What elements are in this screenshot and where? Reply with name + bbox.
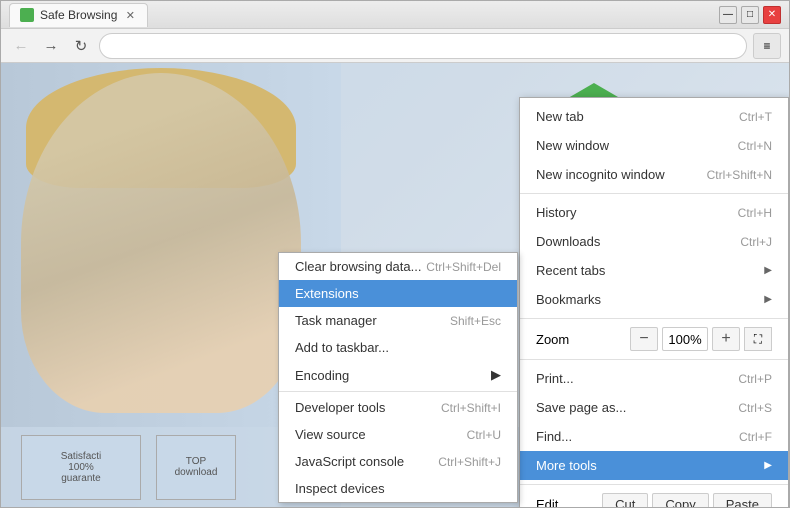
thumbnail-1-line2: 100% [68, 462, 94, 473]
browser-tab[interactable]: Safe Browsing ✕ [9, 3, 148, 27]
forward-button[interactable]: → [39, 34, 63, 58]
thumbnail-1-line3: guarante [61, 473, 100, 484]
chrome-menu-print-shortcut: Ctrl+P [738, 372, 772, 386]
thumbnail-2-line1: TOP [186, 456, 206, 467]
zoom-fullscreen-button[interactable]: ⛶ [744, 327, 772, 351]
chrome-menu-bookmarks-label: Bookmarks [536, 292, 601, 307]
chrome-menu-recent-tabs-arrow: ▶ [764, 265, 772, 276]
chrome-menu-print[interactable]: Print... Ctrl+P [520, 364, 788, 393]
window-controls: — □ ✕ [719, 6, 781, 24]
chrome-menu-downloads-label: Downloads [536, 234, 600, 249]
close-button[interactable]: ✕ [763, 6, 781, 24]
tab-close-button[interactable]: ✕ [123, 8, 137, 22]
bottom-bar: Satisfacti 100% guarante TOP download pr… [1, 427, 789, 507]
page-header: ⏱ Safe Br ✔ Enhance ✔ Makes su [559, 83, 749, 229]
chrome-menu-recent-tabs-label: Recent tabs [536, 263, 605, 278]
submenu-clear-browsing-shortcut: Ctrl+Shift+Del [426, 260, 501, 274]
chrome-menu-zoom-row: Zoom − 100% + ⛶ [520, 323, 788, 355]
feature-item-1: ✔ Enhance [559, 163, 749, 188]
zoom-out-button[interactable]: − [630, 327, 658, 351]
person-silhouette [21, 73, 301, 413]
chrome-menu-sep-2 [520, 318, 788, 319]
nav-bar: ← → ↻ ≡ [1, 29, 789, 63]
page-title: Safe Br [644, 101, 749, 135]
page-content: ⏱ Safe Br ✔ Enhance ✔ Makes su [1, 63, 789, 507]
chrome-menu-sep-3 [520, 359, 788, 360]
refresh-button[interactable]: ↻ [69, 34, 93, 58]
chrome-menu-recent-tabs[interactable]: Recent tabs ▶ [520, 256, 788, 285]
address-bar[interactable] [99, 33, 747, 59]
chrome-menu-downloads-shortcut: Ctrl+J [740, 235, 772, 249]
chrome-menu-print-label: Print... [536, 371, 574, 386]
title-bar-left: Safe Browsing ✕ [9, 3, 719, 27]
chrome-menu-downloads[interactable]: Downloads Ctrl+J [520, 227, 788, 256]
chrome-menu-save-label: Save page as... [536, 400, 626, 415]
logo-icon: ⏱ [559, 83, 629, 153]
checkmark-1: ✔ [559, 163, 576, 188]
minimize-button[interactable]: — [719, 6, 737, 24]
thumbnail-1-line1: Satisfacti [61, 451, 102, 462]
title-bar: Safe Browsing ✕ — □ ✕ [1, 1, 789, 29]
tab-title: Safe Browsing [40, 8, 117, 22]
feature-text-1: Enhance [584, 168, 639, 184]
chrome-menu-bookmarks-arrow: ▶ [764, 294, 772, 305]
safe-browsing-page: ⏱ Safe Br ✔ Enhance ✔ Makes su [1, 63, 789, 507]
feature-item-2: ✔ Makes su [559, 196, 749, 221]
product-text: product [646, 482, 689, 497]
feature-text-2: Makes su [584, 201, 644, 217]
submenu-task-manager-shortcut: Shift+Esc [450, 314, 501, 328]
chrome-menu-bookmarks[interactable]: Bookmarks ▶ [520, 285, 788, 314]
thumbnail-1: Satisfacti 100% guarante [21, 435, 141, 500]
logo-symbol: ⏱ [582, 101, 605, 135]
chrome-menu-save-shortcut: Ctrl+S [738, 401, 772, 415]
thumbnail-2: TOP download [156, 435, 236, 500]
back-button[interactable]: ← [9, 34, 33, 58]
submenu-encoding-arrow: ▶ [491, 367, 501, 383]
maximize-button[interactable]: □ [741, 6, 759, 24]
zoom-controls: − 100% + ⛶ [630, 327, 772, 351]
zoom-in-button[interactable]: + [712, 327, 740, 351]
top-button[interactable]: ▲ top [721, 473, 781, 499]
browser-window: Safe Browsing ✕ — □ ✕ ← → ↻ ≡ [0, 0, 790, 508]
features-list: ✔ Enhance ✔ Makes su [559, 163, 749, 221]
chrome-menu-save[interactable]: Save page as... Ctrl+S [520, 393, 788, 422]
thumbnail-2-line2: download [175, 467, 218, 478]
zoom-value: 100% [662, 327, 708, 351]
checkmark-2: ✔ [559, 196, 576, 221]
chrome-menu-button[interactable]: ≡ [753, 33, 781, 59]
submenu-developer-tools-shortcut: Ctrl+Shift+I [441, 401, 501, 415]
tab-favicon [20, 8, 34, 22]
zoom-label: Zoom [536, 332, 569, 347]
